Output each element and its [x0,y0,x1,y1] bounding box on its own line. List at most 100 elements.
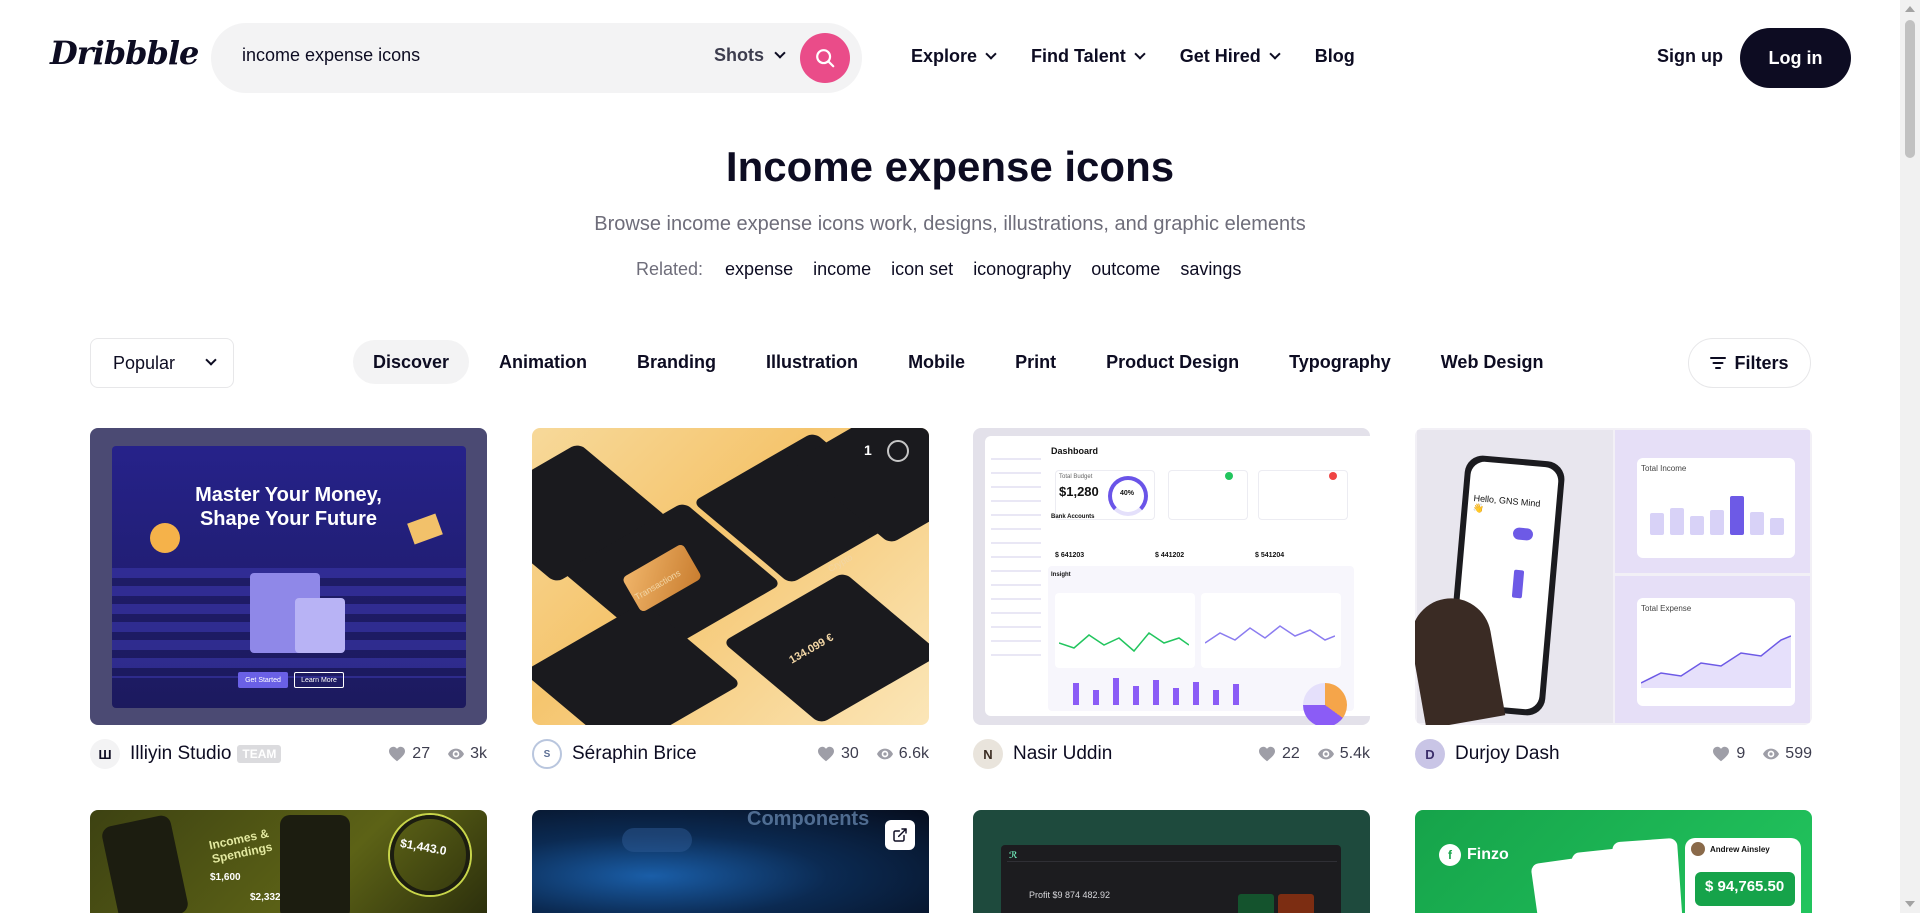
related-tag[interactable]: savings [1180,259,1241,280]
shot-stats: 30 6.6k [817,745,929,763]
tab-illustration[interactable]: Illustration [746,340,878,384]
shot-thumbnail[interactable]: Incomes & Spendings $1,600 $2,332 $1,443… [90,810,487,913]
chevron-down-icon [1134,48,1146,60]
tab-branding[interactable]: Branding [617,340,736,384]
shot-card[interactable]: Incomes & Spendings $1,600 $2,332 $1,443… [90,810,487,913]
thumb-counter: 1 [864,442,872,458]
likes-count: 27 [412,745,431,762]
shot-thumbnail[interactable]: Dashboard Total Budget $1,280 40% Bank A… [973,428,1370,725]
thumb-amount: $ 441202 [1155,552,1185,559]
author-name[interactable]: Séraphin Brice [572,743,697,765]
chevron-down-icon [205,354,217,366]
views-count: 3k [470,745,487,762]
nav-find-talent[interactable]: Find Talent [1031,46,1146,67]
author-name[interactable]: Durjoy Dash [1455,743,1560,765]
search-icon [816,49,835,68]
thumb-section: Insight [1051,572,1071,578]
page-scrollbar[interactable] [1900,0,1920,913]
author-name[interactable]: Nasir Uddin [1013,743,1112,765]
shot-card[interactable]: Dashboard Total Budget $1,280 40% Bank A… [973,428,1370,769]
avatar[interactable]: Ш [90,739,120,769]
related-tag[interactable]: icon set [891,259,953,280]
nav-get-hired[interactable]: Get Hired [1179,46,1281,67]
shot-thumbnail[interactable]: Transactions 134.099 € Crypto 1 [532,428,929,725]
shot-card[interactable]: ℛ Profit $9 874 482.92 [973,810,1370,913]
shot-stats: 9 599 [1712,745,1812,763]
site-header: Dribbble income expense icons Shots Expl… [0,0,1900,116]
tab-discover[interactable]: Discover [353,340,470,384]
tab-mobile[interactable]: Mobile [888,340,985,384]
shot-meta: D Durjoy Dash 9 599 [1415,738,1812,770]
eye-icon [448,748,465,760]
shot-thumbnail[interactable]: ℛ Profit $9 874 482.92 [973,810,1370,913]
heart-icon[interactable] [1712,746,1730,762]
nav-find-talent-label: Find Talent [1031,46,1126,66]
search-input[interactable]: income expense icons [242,45,420,66]
page-subtitle: Browse income expense icons work, design… [594,213,1306,235]
eye-icon [1763,748,1780,760]
search-bar: income expense icons Shots [211,23,862,93]
shot-card[interactable]: Transactions 134.099 € Crypto 1 S Séraph… [532,428,929,769]
thumb-label: Total Income [1641,464,1687,473]
avatar[interactable]: S [532,739,562,769]
shot-thumbnail[interactable]: Components [532,810,929,913]
sort-label: Popular [113,352,176,373]
shot-thumbnail[interactable]: f Finzo Andrew Ainsley $ 94,765.50 [1415,810,1812,913]
sort-select[interactable]: Popular [90,338,234,388]
tab-animation[interactable]: Animation [479,340,607,384]
shot-meta: Ш Illiyin Studio TEAM 27 3k [90,738,487,770]
scroll-down-arrow-icon[interactable] [1905,901,1915,907]
scrollbar-thumb[interactable] [1905,20,1915,158]
shot-card[interactable]: Master Your Money, Shape Your Future Get… [90,428,487,769]
dribbble-logo[interactable]: Dribbble [50,34,199,72]
author-name[interactable]: Illiyin Studio [130,743,231,765]
likes-count: 22 [1281,745,1300,762]
filters-label: Filters [1734,352,1789,373]
search-button[interactable] [800,33,850,83]
thumb-amount: $ 641203 [1055,552,1085,559]
filters-button[interactable]: Filters [1688,338,1811,388]
search-type-label: Shots [714,45,765,65]
heart-icon[interactable] [388,746,406,762]
login-button[interactable]: Log in [1740,28,1851,88]
avatar[interactable]: D [1415,739,1445,769]
nav-blog-label: Blog [1314,46,1355,66]
shot-stats: 27 3k [388,745,487,763]
shot-meta: N Nasir Uddin 22 5.4k [973,738,1370,770]
thumb-amount: $ 541204 [1255,552,1285,559]
tab-print[interactable]: Print [995,340,1076,384]
shot-thumbnail[interactable]: Master Your Money, Shape Your Future Get… [90,428,487,725]
related-tag[interactable]: income [813,259,871,280]
main-nav: Explore Find Talent Get Hired Blog [911,46,1391,67]
tab-product-design[interactable]: Product Design [1086,340,1259,384]
tab-typography[interactable]: Typography [1269,340,1411,384]
scroll-up-arrow-icon[interactable] [1905,6,1915,12]
likes-count: 9 [1736,745,1746,762]
chevron-down-icon [985,48,997,60]
related-tag[interactable]: outcome [1091,259,1160,280]
thumb-amount: $2,332 [250,892,281,903]
related-tag[interactable]: expense [725,259,793,280]
shot-thumbnail[interactable]: Hello, GNS Mind 👋 Total Income Total Inc… [1415,428,1812,725]
thumb-cta: Get Started [238,672,288,688]
related-tags: Related: expense income icon set iconogr… [636,259,1241,280]
search-type-select[interactable]: Shots [714,45,786,66]
shot-card[interactable]: f Finzo Andrew Ainsley $ 94,765.50 [1415,810,1812,913]
category-tabs: Discover Animation Branding Illustration… [353,340,1573,384]
heart-icon[interactable] [1258,746,1276,762]
shot-card[interactable]: Components [532,810,929,913]
avatar[interactable]: N [973,739,1003,769]
thumb-title: Dashboard [1051,446,1099,456]
external-link-icon [893,828,907,842]
signup-link[interactable]: Sign up [1657,46,1723,67]
shot-card[interactable]: Hello, GNS Mind 👋 Total Income Total Inc… [1415,428,1812,769]
heart-icon[interactable] [817,746,835,762]
team-badge: TEAM [237,745,282,763]
external-link-button[interactable] [885,820,915,850]
nav-explore[interactable]: Explore [911,46,997,67]
nav-blog[interactable]: Blog [1315,46,1355,67]
tab-web-design[interactable]: Web Design [1421,340,1564,384]
nav-get-hired-label: Get Hired [1179,46,1261,66]
thumb-brand: Finzo [1467,846,1509,863]
related-tag[interactable]: iconography [973,259,1071,280]
